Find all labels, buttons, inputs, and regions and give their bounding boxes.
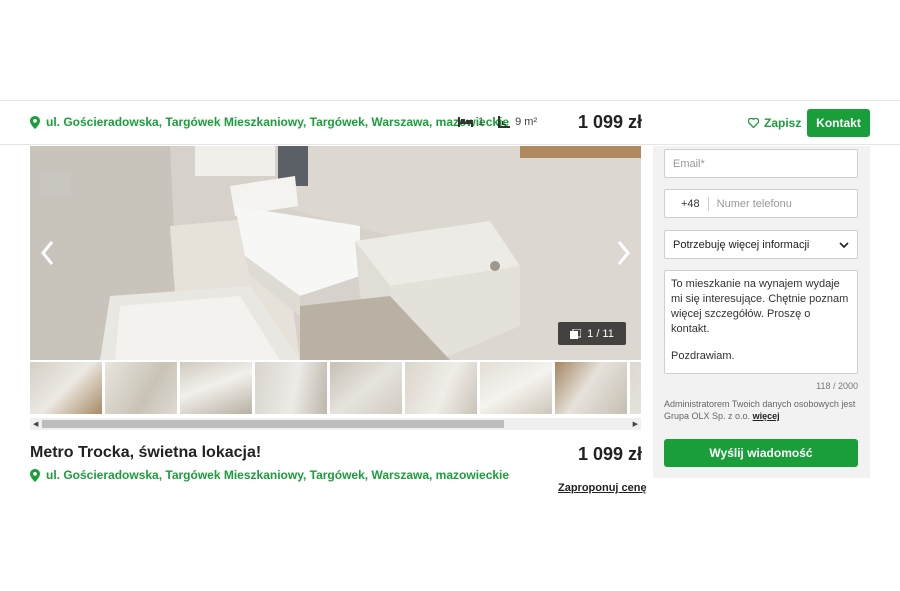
area-info: 9 m²: [498, 116, 537, 128]
inquiry-type-select[interactable]: Potrzebuję więcej informacji: [664, 230, 858, 259]
previous-photo-arrow-icon[interactable]: [38, 238, 58, 268]
chevron-down-icon: [839, 241, 849, 248]
contact-form: Email* +48 Numer telefonu Potrzebuję wię…: [653, 146, 870, 478]
listing-location-text: ul. Gościeradowska, Targówek Mieszkaniow…: [46, 468, 510, 482]
sticky-header: ul. Gościeradowska, Targówek Mieszkaniow…: [0, 100, 900, 145]
message-text: To mieszkanie na wynajem wydaje mi się i…: [671, 278, 849, 335]
thumbnail[interactable]: [255, 362, 327, 414]
listing-location[interactable]: ul. Gościeradowska, Targówek Mieszkaniow…: [30, 468, 509, 482]
beds-count: 1: [478, 116, 485, 128]
map-pin-icon: [30, 115, 40, 129]
header-location[interactable]: ul. Gościeradowska, Targówek Mieszkaniow…: [30, 115, 509, 129]
save-label: Zapisz: [764, 116, 802, 130]
select-value: Potrzebuję więcej informacji: [673, 238, 810, 251]
area-value: 9 m²: [515, 116, 538, 128]
privacy-more-link[interactable]: więcej: [753, 411, 780, 421]
message-textarea[interactable]: To mieszkanie na wynajem wydaje mi się i…: [664, 270, 858, 374]
thumbnail[interactable]: [405, 362, 477, 414]
thumbnail[interactable]: [480, 362, 552, 414]
send-message-button[interactable]: Wyślij wiadomość: [664, 439, 858, 467]
privacy-notice: Administratorem Twoich danych osobowych …: [664, 398, 860, 422]
photo-counter[interactable]: 1 / 11: [558, 322, 626, 345]
beds-info: 1: [458, 116, 484, 128]
phone-prefix[interactable]: +48: [681, 198, 700, 210]
thumbnail[interactable]: [180, 362, 252, 414]
thumbnail[interactable]: [630, 362, 641, 414]
bed-icon: [458, 117, 473, 127]
ruler-area-icon: [498, 116, 511, 128]
listing-title: Metro Trocka, świetna lokacja!: [30, 444, 262, 461]
thumbnail[interactable]: [30, 362, 102, 414]
scroll-right-icon[interactable]: ▶: [633, 420, 638, 428]
offer-price-link[interactable]: Zaproponuj cenę: [558, 482, 647, 494]
thumbnail[interactable]: [555, 362, 627, 414]
char-counter: 118 / 2000: [816, 381, 858, 391]
email-field[interactable]: Email*: [664, 149, 858, 178]
thumbnail[interactable]: [330, 362, 402, 414]
save-button[interactable]: Zapisz: [748, 116, 801, 130]
header-price: 1 099 zł: [578, 112, 643, 132]
message-greeting: Pozdrawiam.: [671, 350, 735, 362]
phone-placeholder: Numer telefonu: [716, 197, 792, 210]
thumbnail-strip: [30, 362, 641, 416]
phone-field[interactable]: +48 Numer telefonu: [664, 189, 858, 218]
next-photo-arrow-icon[interactable]: [613, 238, 633, 268]
listing-meta: 1 9 m²: [458, 116, 551, 128]
scrollbar-thumb[interactable]: [42, 420, 504, 428]
photos-icon: [570, 328, 582, 339]
scroll-left-icon[interactable]: ◀: [33, 420, 38, 428]
email-placeholder: Email*: [673, 157, 705, 170]
thumbnail[interactable]: [105, 362, 177, 414]
header-location-text: ul. Gościeradowska, Targówek Mieszkaniow…: [46, 115, 510, 129]
heart-icon: [748, 118, 759, 128]
map-pin-icon: [30, 468, 40, 482]
main-photo[interactable]: 1 / 11: [30, 146, 641, 360]
thumbnail-scrollbar[interactable]: ◀ ▶: [30, 418, 641, 430]
room-photo: [30, 146, 641, 360]
photo-counter-text: 1 / 11: [587, 327, 614, 340]
phone-separator: [707, 196, 709, 211]
contact-button[interactable]: Kontakt: [807, 109, 870, 137]
listing-price: 1 099 zł: [578, 444, 643, 464]
